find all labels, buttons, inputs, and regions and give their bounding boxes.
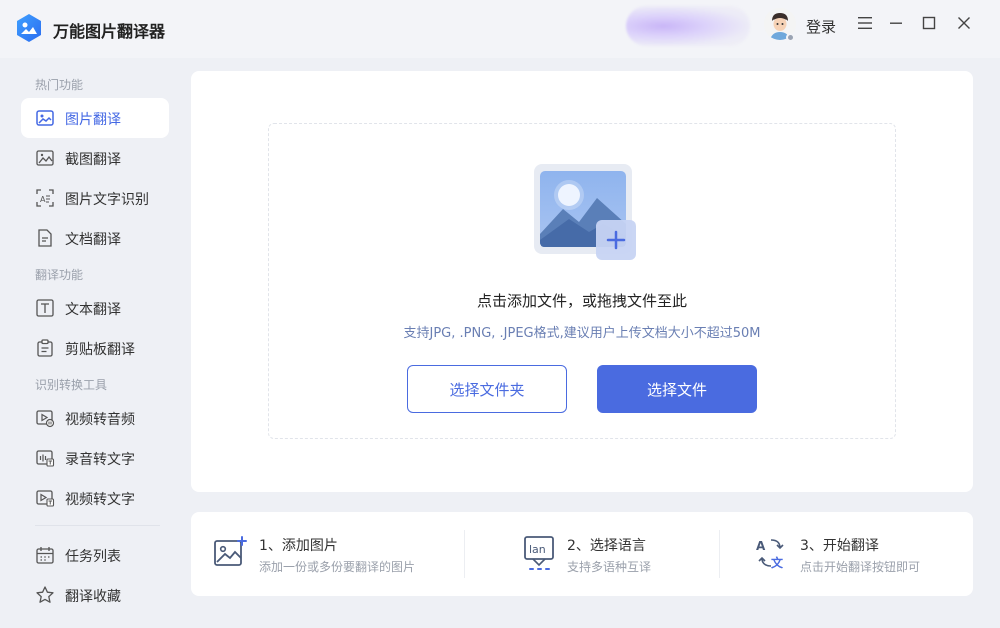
sidebar-item-video-to-audio[interactable]: 视频转音频	[21, 398, 169, 438]
sidebar-item-ocr[interactable]: A 图片文字识别	[21, 178, 169, 218]
step-title: 3、开始翻译	[800, 538, 879, 554]
sidebar-item-text-translate[interactable]: 文本翻译	[21, 288, 169, 328]
step-select-language: lan 2、选择语言 支持多语种互译	[465, 512, 719, 596]
sidebar-item-image-translate[interactable]: 图片翻译	[21, 98, 169, 138]
language-icon: lan	[524, 536, 554, 570]
sidebar: 热门功能 图片翻译 截图翻译 A 图片文字识别 文档翻译 翻译功能 文本翻译 剪…	[0, 58, 180, 628]
maximize-button[interactable]	[918, 12, 940, 34]
step-add-image: 1、添加图片 添加一份或多份要翻译的图片	[191, 512, 464, 596]
step-desc: 点击开始翻译按钮即可	[800, 560, 921, 574]
menu-button[interactable]	[854, 12, 876, 34]
minimize-icon	[890, 22, 902, 24]
step-desc: 添加一份或多份要翻译的图片	[259, 560, 416, 574]
document-icon	[38, 229, 52, 247]
step-title: 2、选择语言	[567, 538, 646, 554]
minimize-button[interactable]	[885, 12, 907, 34]
sidebar-item-label: 录音转文字	[65, 452, 135, 468]
sidebar-item-label: 视频转音频	[65, 412, 135, 428]
sidebar-item-label: 文本翻译	[65, 302, 121, 318]
step-start-translate: A 文 3、开始翻译 点击开始翻译按钮即可	[720, 512, 973, 596]
sidebar-item-document-translate[interactable]: 文档翻译	[21, 218, 169, 258]
image-icon	[36, 110, 54, 126]
svg-text:lan: lan	[529, 543, 546, 556]
app-title: 万能图片翻译器	[53, 22, 166, 41]
sidebar-divider	[35, 525, 160, 526]
video-audio-icon	[36, 410, 55, 428]
svg-text:文: 文	[771, 555, 784, 570]
ocr-icon: A	[36, 189, 54, 207]
sidebar-item-video-to-text[interactable]: 视频转文字	[21, 478, 169, 518]
sidebar-item-label: 图片文字识别	[65, 192, 149, 208]
sidebar-item-label: 视频转文字	[65, 492, 135, 508]
menu-icon	[858, 17, 872, 29]
sidebar-item-task-list[interactable]: 任务列表	[21, 535, 169, 575]
upload-hint: 支持JPG, .PNG, .JPEG格式,建议用户上传文档大小不超过50M	[403, 326, 761, 341]
svg-text:A: A	[756, 539, 766, 553]
sidebar-item-label: 翻译收藏	[65, 589, 121, 605]
sidebar-item-label: 任务列表	[65, 549, 121, 565]
app-logo-icon	[17, 14, 41, 42]
upload-card: 点击添加文件，或拖拽文件至此 支持JPG, .PNG, .JPEG格式,建议用户…	[191, 71, 973, 492]
recording-text-icon	[36, 450, 55, 467]
close-button[interactable]	[953, 12, 975, 34]
sidebar-item-label: 文档翻译	[65, 232, 121, 248]
calendar-icon	[36, 547, 54, 564]
add-image-illustration-icon	[534, 164, 636, 260]
section-label-translate: 翻译功能	[35, 268, 84, 282]
sidebar-item-screenshot-translate[interactable]: 截图翻译	[21, 138, 169, 178]
select-folder-button[interactable]: 选择文件夹	[407, 365, 567, 413]
video-text-icon	[36, 490, 55, 507]
sidebar-item-label: 剪贴板翻译	[65, 342, 135, 358]
svg-text:A: A	[40, 195, 46, 204]
maximize-icon	[922, 16, 936, 30]
sidebar-item-recording-to-text[interactable]: 录音转文字	[21, 438, 169, 478]
step-title: 1、添加图片	[259, 538, 338, 554]
star-icon	[36, 586, 54, 603]
sidebar-item-label: 截图翻译	[65, 152, 121, 168]
screenshot-icon	[36, 150, 54, 166]
close-icon	[958, 17, 970, 29]
upload-title: 点击添加文件，或拖拽文件至此	[476, 292, 687, 310]
sidebar-item-clipboard-translate[interactable]: 剪贴板翻译	[21, 328, 169, 368]
text-icon	[36, 299, 54, 317]
translate-icon: A 文	[756, 539, 784, 570]
title-bar: 万能图片翻译器 登录	[0, 0, 1000, 58]
clipboard-icon	[37, 339, 53, 357]
sidebar-item-favorites[interactable]: 翻译收藏	[21, 575, 169, 615]
add-image-icon	[214, 536, 247, 566]
steps-card: 1、添加图片 添加一份或多份要翻译的图片 lan 2、选择语言 支持多语种互译 …	[191, 512, 973, 596]
step-desc: 支持多语种互译	[567, 560, 652, 574]
sidebar-item-label: 图片翻译	[65, 112, 121, 128]
drop-zone[interactable]: 点击添加文件，或拖拽文件至此 支持JPG, .PNG, .JPEG格式,建议用户…	[268, 123, 896, 439]
status-dot	[786, 33, 795, 42]
promo-banner[interactable]	[626, 6, 750, 46]
section-label-hot: 热门功能	[35, 78, 84, 92]
section-label-tools: 识别转换工具	[35, 378, 108, 392]
select-file-button[interactable]: 选择文件	[597, 365, 757, 413]
login-button[interactable]: 登录	[806, 16, 836, 37]
